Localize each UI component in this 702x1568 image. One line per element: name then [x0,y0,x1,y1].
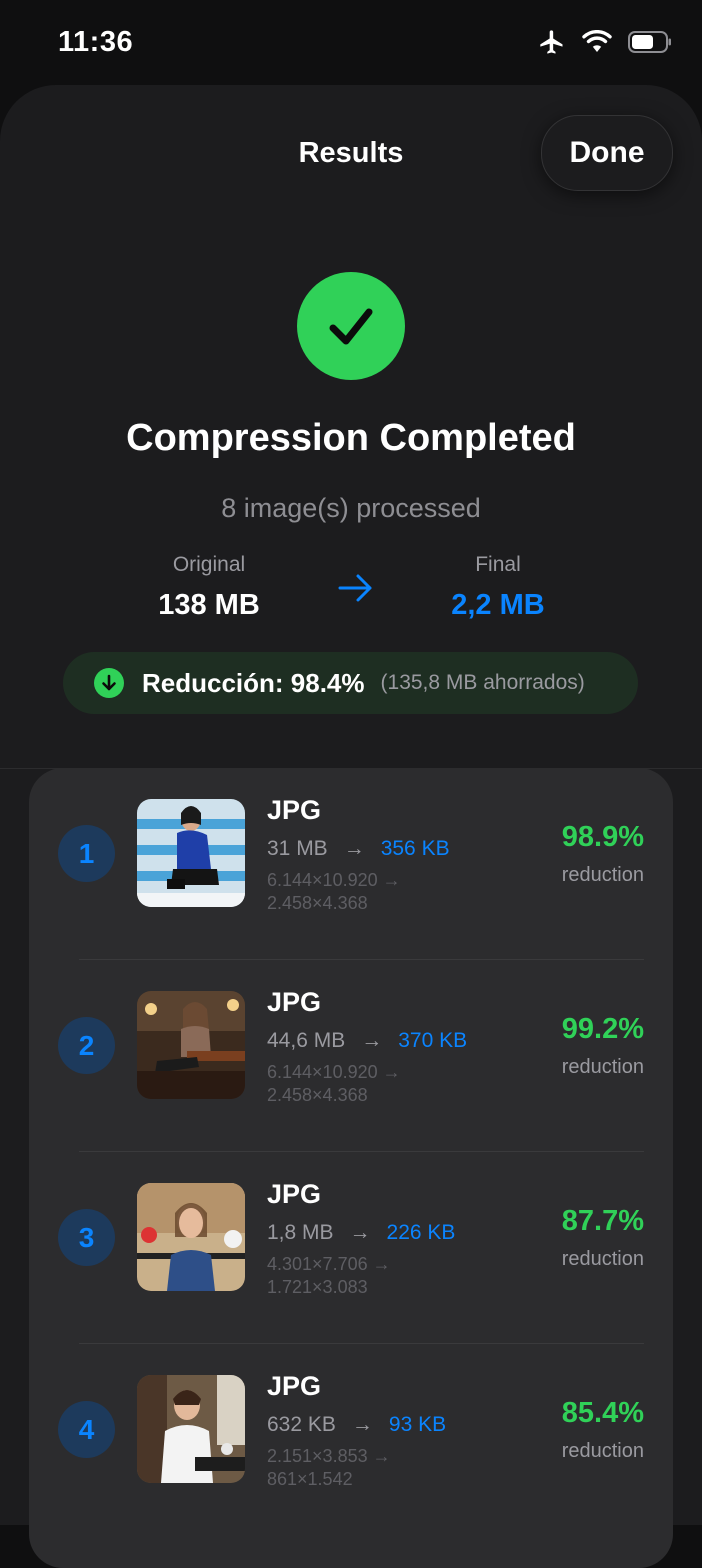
original-value: 138 MB [158,589,260,621]
reduction-percent: 87.7% [561,1205,644,1237]
battery-icon [628,31,672,58]
dimensions-change: 6.144×10.920 → 2.458×4.368 [267,1061,401,1107]
row-index-badge: 2 [58,1017,115,1074]
wifi-icon [582,29,612,59]
dimensions-change: 2.151×3.853 → 861×1.542 [267,1445,391,1491]
status-bar: 11:36 [0,0,702,88]
reduction-percent: 98.9% [561,821,644,853]
image-format: JPG [267,1179,322,1209]
size-change: 632 KB → 93 KB [267,1413,446,1437]
result-row[interactable]: 2 JPG 44,6 MB → 370 KB 6.144×10.920 → 2.… [29,960,673,1152]
arrow-down-circle-icon [94,668,124,698]
status-icons [538,28,672,61]
result-row[interactable]: 4 JPG 632 KB → 93 KB 2.151×3.853 → 861×1… [29,1344,673,1536]
row-index-badge: 3 [58,1209,115,1266]
image-thumbnail [137,1375,245,1483]
final-label: Final [475,553,521,576]
completion-headline: Compression Completed [126,417,576,459]
image-thumbnail [137,799,245,907]
new-dimensions: 2.458×4.368 [267,1085,368,1105]
new-dimensions: 1.721×3.083 [267,1277,368,1297]
reduction-percent: Reducción: 98.4% [142,667,365,698]
image-format: JPG [267,795,322,825]
status-time: 11:36 [58,26,134,58]
reduction-label: reduction [561,1440,644,1462]
original-size: 44,6 MB [267,1029,346,1052]
original-dimensions: 6.144×10.920 → [267,1062,401,1082]
original-dimensions: 2.151×3.853 → [267,1446,391,1466]
original-size: 31 MB [267,837,328,860]
new-dimensions: 861×1.542 [267,1469,353,1489]
arrow-right-icon [338,573,374,608]
compressed-size: 356 KB [380,837,450,860]
result-row[interactable]: 3 JPG 1,8 MB → 226 KB 4.301×7.706 → 1.72… [29,1152,673,1344]
results-sheet: Results Done Compression Completed 8 ima… [0,85,702,1568]
arrow-right-icon: → [343,837,365,860]
size-change: 31 MB → 356 KB [267,837,450,861]
reduction-label: reduction [561,1248,644,1270]
image-thumbnail [137,991,245,1099]
reduction-label: reduction [561,864,644,886]
final-value: 2,2 MB [451,589,545,621]
results-list: 1 JPG 31 MB → 356 KB 6.144×10.920 → 2.45… [29,768,673,1568]
success-check-icon [297,272,405,380]
dimensions-change: 4.301×7.706 → 1.721×3.083 [267,1253,391,1299]
row-index-badge: 1 [58,825,115,882]
dimensions-change: 6.144×10.920 → 2.458×4.368 [267,869,401,915]
reduction-percent: 99.2% [561,1013,644,1045]
original-size: 632 KB [267,1413,336,1436]
reduction-percent: 85.4% [561,1397,644,1429]
row-index-badge: 4 [58,1401,115,1458]
size-change: 44,6 MB → 370 KB [267,1029,467,1053]
original-size-stat: Original 138 MB [109,553,309,622]
result-row[interactable]: 1 JPG 31 MB → 356 KB 6.144×10.920 → 2.45… [29,768,673,960]
new-dimensions: 2.458×4.368 [267,893,368,913]
reduction-label: reduction [561,1056,644,1078]
compressed-size: 226 KB [386,1221,456,1244]
compressed-size: 93 KB [388,1413,447,1436]
airplane-mode-icon [538,28,566,61]
image-thumbnail [137,1183,245,1291]
reduction-summary-pill: Reducción: 98.4% (135,8 MB ahorrados) [63,652,638,714]
arrow-right-icon: → [361,1029,383,1052]
original-dimensions: 4.301×7.706 → [267,1254,391,1274]
compressed-size: 370 KB [398,1029,468,1052]
original-dimensions: 6.144×10.920 → [267,870,401,890]
image-format: JPG [267,1371,322,1401]
image-format: JPG [267,987,322,1017]
original-label: Original [172,553,246,576]
arrow-right-icon: → [349,1221,371,1244]
done-button[interactable]: Done [541,115,673,191]
processed-count: 8 image(s) processed [221,493,481,523]
saved-amount: (135,8 MB ahorrados) [380,671,585,694]
arrow-right-icon: → [351,1413,373,1436]
size-change: 1,8 MB → 226 KB [267,1221,455,1245]
original-size: 1,8 MB [267,1221,334,1244]
final-size-stat: Final 2,2 MB [398,553,598,622]
